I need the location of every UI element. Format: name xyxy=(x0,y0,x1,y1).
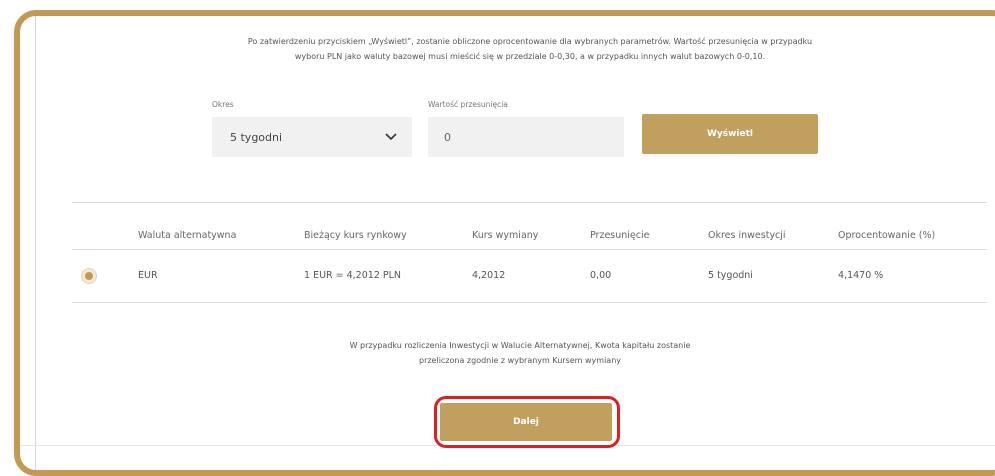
row-exchange-rate: 4,2012 xyxy=(472,270,506,281)
row-market-rate: 1 EUR = 4,2012 PLN xyxy=(304,270,402,281)
row-period: 5 tygodni xyxy=(708,270,753,281)
period-label: Okres xyxy=(212,100,234,109)
header-currency: Waluta alternatywna xyxy=(138,230,237,241)
table-top-divider xyxy=(72,202,987,203)
header-interest: Oprocentowanie (%) xyxy=(838,230,936,241)
show-button[interactable]: Wyświetl xyxy=(642,114,818,154)
instructions-line-1: Po zatwierdzeniu przyciskiem „Wyświetl”,… xyxy=(247,37,813,46)
shift-label: Wartość przesunięcia xyxy=(428,100,508,109)
period-select-value: 5 tygodni xyxy=(230,130,283,144)
next-button-highlight xyxy=(434,396,620,448)
shift-input-value: 0 xyxy=(444,130,451,144)
header-exchange-rate: Kurs wymiany xyxy=(472,230,539,241)
settlement-note-line-2: przeliczona zgodnie z wybranym Kursem wy… xyxy=(418,356,621,365)
instructions-line-2: wyboru PLN jako waluty bazowej musi mieś… xyxy=(294,52,766,61)
shift-input[interactable]: 0 xyxy=(428,117,624,157)
header-period: Okres inwestycji xyxy=(708,230,786,241)
table-header-divider xyxy=(72,249,987,250)
row-currency: EUR xyxy=(138,270,158,281)
instructions-text: Po zatwierdzeniu przyciskiem „Wyświetl”,… xyxy=(210,34,850,64)
settlement-note-line-1: W przypadku rozliczenia Inwestycji w Wal… xyxy=(349,341,691,350)
row-radio-eur[interactable] xyxy=(81,268,97,284)
settlement-note: W przypadku rozliczenia Inwestycji w Wal… xyxy=(270,338,770,368)
content-edge xyxy=(35,16,36,470)
row-interest: 4,1470 % xyxy=(838,270,884,281)
period-select[interactable]: 5 tygodni xyxy=(212,117,412,157)
table-bottom-divider xyxy=(72,302,987,303)
app-frame: Po zatwierdzeniu przyciskiem „Wyświetl”,… xyxy=(14,10,995,476)
header-shift: Przesunięcie xyxy=(590,230,650,241)
row-shift: 0,00 xyxy=(590,270,612,281)
chevron-down-icon xyxy=(385,133,397,141)
header-market-rate: Bieżący kurs rynkowy xyxy=(304,230,407,241)
